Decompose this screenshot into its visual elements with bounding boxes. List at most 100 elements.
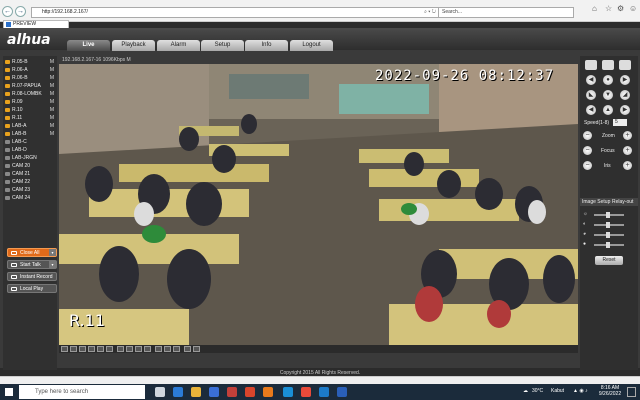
weather-icon[interactable]: ☁	[523, 388, 528, 394]
channel-stream-marker[interactable]: M	[50, 122, 54, 130]
edge-icon[interactable]	[173, 387, 183, 397]
ptz-down-left-icon[interactable]: ◣	[586, 90, 596, 100]
iris-open-button[interactable]: +	[623, 161, 632, 170]
ptz-center-icon[interactable]: ●	[603, 75, 613, 85]
channel-item[interactable]: R.08-LOMBK M	[3, 90, 57, 98]
favorites-star-icon[interactable]: ☆	[605, 4, 612, 13]
slider-knob[interactable]	[606, 222, 610, 228]
zoom-in-button[interactable]: +	[623, 131, 632, 140]
live-video-panel[interactable]: 192.168.2.167-16 1096Kbps M 2022-09-26 0…	[59, 56, 578, 345]
channel-item[interactable]: CAM 24	[3, 194, 57, 202]
settings-gear-icon[interactable]: ⚙	[617, 4, 624, 13]
snapshot-icon[interactable]	[126, 346, 133, 352]
layout-36-icon[interactable]	[117, 346, 124, 352]
channel-stream-marker[interactable]: M	[50, 114, 54, 122]
slider-knob[interactable]	[606, 212, 610, 218]
app-icon-2[interactable]	[337, 387, 347, 397]
audio-icon[interactable]	[155, 346, 162, 352]
app-icon[interactable]	[319, 387, 329, 397]
channel-item[interactable]: LAB-A M	[3, 122, 57, 130]
windows-start-icon[interactable]	[5, 388, 13, 396]
chrome-icon[interactable]	[301, 387, 311, 397]
channel-stream-marker[interactable]: M	[50, 74, 54, 82]
channel-item[interactable]: CAM 22	[3, 178, 57, 186]
channel-item[interactable]: LAB-JRGN	[3, 154, 57, 162]
reset-button[interactable]: Reset	[595, 256, 623, 265]
tab-alarm[interactable]: Alarm	[157, 40, 200, 51]
ptz-up-icon[interactable]	[602, 60, 614, 70]
channel-stream-marker[interactable]: M	[50, 90, 54, 98]
local-play-button[interactable]: Local Play	[7, 284, 57, 293]
layout-25-icon[interactable]	[106, 346, 113, 352]
tab-playback[interactable]: Playback	[112, 40, 155, 51]
address-bar-buttons[interactable]: ⌕ ▾ ↻	[424, 8, 436, 17]
home-icon[interactable]: ⌂	[592, 4, 597, 13]
address-bar[interactable]: http://192.168.2.167/ ⌕ ▾ ↻	[31, 7, 439, 18]
record-video-icon[interactable]	[135, 346, 142, 352]
relay-out-tab[interactable]: Relay-out	[612, 199, 633, 205]
close-all-button[interactable]: Close All ▾	[7, 248, 57, 257]
layout-9-icon[interactable]	[79, 346, 86, 352]
iris-close-button[interactable]: −	[583, 161, 592, 170]
channel-item[interactable]: LAB-C	[3, 138, 57, 146]
channel-item[interactable]: R.09 M	[3, 98, 57, 106]
ptz-left-icon[interactable]: ◀	[586, 75, 596, 85]
browser-tab-preview[interactable]: PREVIEW	[3, 20, 69, 28]
channel-item[interactable]: R.10 M	[3, 106, 57, 114]
tab-setup[interactable]: Setup	[201, 40, 244, 51]
start-talk-button[interactable]: Start Talk ▾	[7, 260, 57, 269]
chevron-down-icon[interactable]: ▾	[49, 249, 56, 256]
browser-search-input[interactable]: Search...	[438, 7, 574, 18]
ptz-right-icon[interactable]: ▶	[620, 75, 630, 85]
layout-1-icon[interactable]	[61, 346, 68, 352]
channel-item[interactable]: LAB-B M	[3, 130, 57, 138]
saturation-slider[interactable]	[594, 232, 624, 238]
office-icon[interactable]	[245, 387, 255, 397]
speed-select[interactable]: 5	[613, 119, 627, 126]
notification-icon[interactable]	[627, 387, 636, 397]
system-tray-icons[interactable]: ▲ ◉ ♪	[573, 388, 588, 394]
channel-stream-marker[interactable]: M	[50, 130, 54, 138]
ptz-auto-center-icon[interactable]: ▲	[603, 105, 613, 115]
contrast-slider[interactable]	[594, 222, 624, 228]
back-button[interactable]: ←	[2, 6, 13, 17]
taskbar-search-input[interactable]: Type here to search	[19, 385, 145, 399]
focus-near-button[interactable]: −	[583, 146, 592, 155]
internet-explorer-icon[interactable]	[283, 387, 293, 397]
ptz-down-icon[interactable]: ▼	[603, 90, 613, 100]
forward-button[interactable]: →	[15, 6, 26, 17]
channel-item[interactable]: R.05-B M	[3, 58, 57, 66]
address-text[interactable]: http://192.168.2.167/	[42, 9, 88, 15]
tab-logout[interactable]: Logout	[290, 40, 333, 51]
ptz-down-right-icon[interactable]: ◢	[620, 90, 630, 100]
channel-item[interactable]: R.06-A M	[3, 66, 57, 74]
chevron-down-icon[interactable]: ▾	[49, 261, 56, 268]
channel-stream-marker[interactable]: M	[50, 66, 54, 74]
tab-info[interactable]: Info	[245, 40, 288, 51]
image-setup-tab[interactable]: Image Setup	[582, 199, 610, 205]
ptz-up-right-icon[interactable]	[619, 60, 631, 70]
channel-item[interactable]: LAB-D	[3, 146, 57, 154]
instant-record-button[interactable]: Instant Record	[7, 272, 57, 281]
slider-knob[interactable]	[606, 232, 610, 238]
channel-item[interactable]: CAM 20	[3, 162, 57, 170]
channel-item[interactable]: R.06-B M	[3, 74, 57, 82]
feedback-smiley-icon[interactable]: ☺	[629, 4, 637, 13]
mail-icon[interactable]	[227, 387, 237, 397]
channel-stream-marker[interactable]: M	[50, 106, 54, 114]
hue-slider[interactable]	[594, 242, 624, 248]
channel-stream-marker[interactable]: M	[50, 82, 54, 90]
zoom-out-button[interactable]: −	[583, 131, 592, 140]
fullscreen-icon[interactable]	[88, 346, 95, 352]
brightness-slider[interactable]	[594, 212, 624, 218]
layout-16-icon[interactable]	[97, 346, 104, 352]
ptz-auto-icon[interactable]: ◀	[586, 105, 596, 115]
stream-icon[interactable]	[164, 346, 171, 352]
tab-live[interactable]: Live	[67, 40, 110, 51]
file-explorer-icon[interactable]	[191, 387, 201, 397]
firefox-icon[interactable]	[263, 387, 273, 397]
task-view-icon[interactable]	[155, 387, 165, 397]
channel-item[interactable]: CAM 21	[3, 170, 57, 178]
channel-item[interactable]: CAM 23	[3, 186, 57, 194]
channel-item[interactable]: R.07-PAPUA M	[3, 82, 57, 90]
